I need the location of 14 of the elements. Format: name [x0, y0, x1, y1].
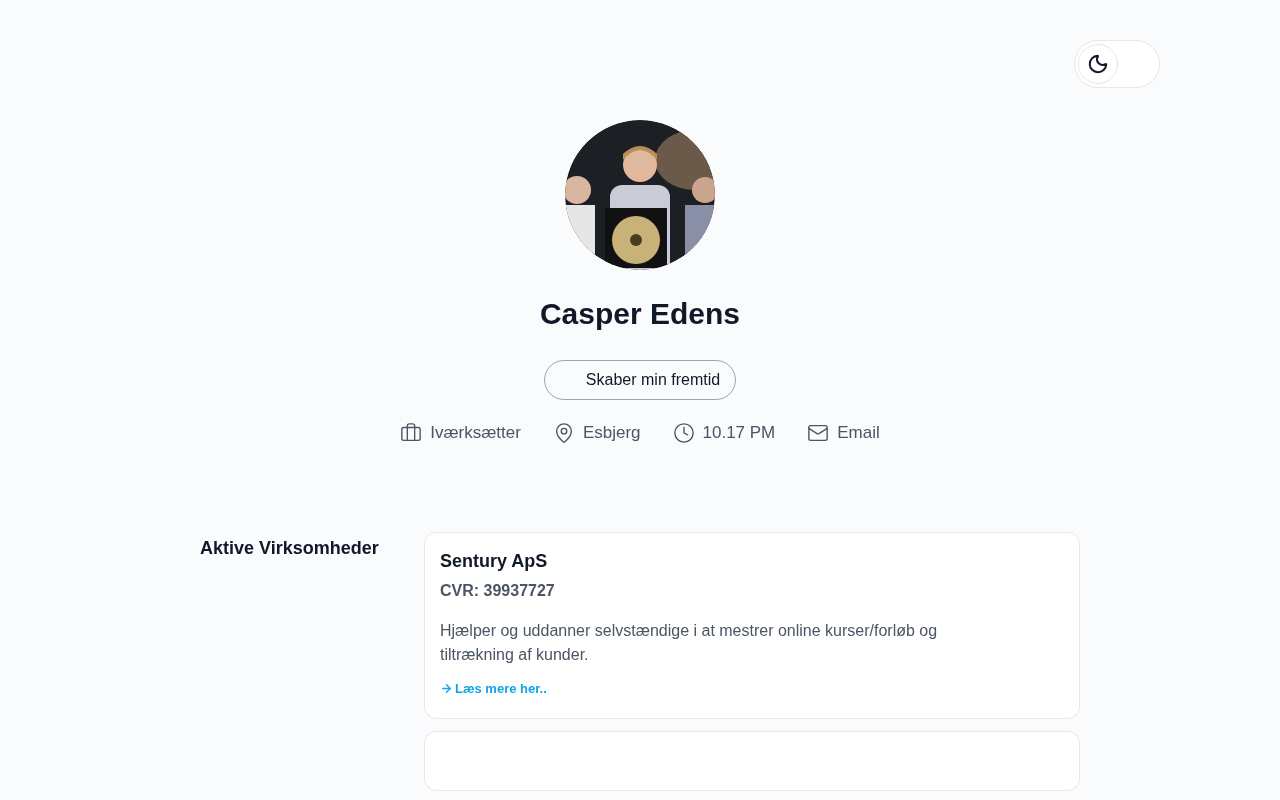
theme-toggle[interactable] [1074, 40, 1160, 88]
email-link[interactable]: Email [837, 420, 880, 446]
profile-name: Casper Edens [539, 296, 741, 332]
company-description: Hjælper og uddanner selvstændige i at mestrer online kurser/forløb og tiltrækning af kunder. [440, 620, 939, 665]
profile-detail: 10.17 PM [702, 422, 776, 444]
company-name: Sentury ApS [440, 549, 549, 573]
arrow-right-icon [440, 681, 453, 695]
profile-detail: Esbjerg [582, 422, 641, 444]
briefcase-icon [400, 421, 423, 444]
company-cvr: CVR: 39937727 [440, 580, 556, 601]
section-title: Aktive Virksomheder [200, 536, 380, 560]
moon-icon [1087, 53, 1109, 75]
profile-detail: Iværksætter [430, 422, 521, 444]
clock-icon [672, 421, 695, 444]
